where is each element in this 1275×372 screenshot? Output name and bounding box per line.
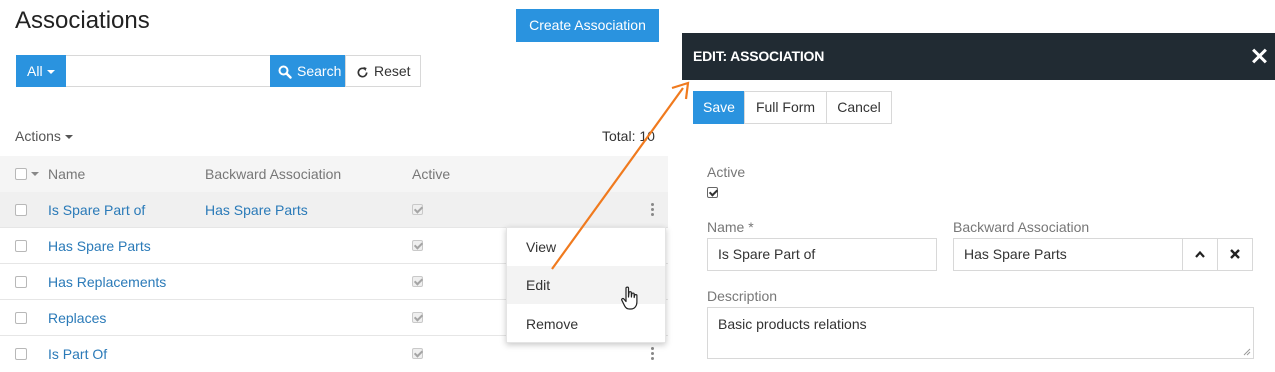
active-checkbox-readonly — [412, 312, 423, 323]
row-backward-link[interactable]: Has Spare Parts — [205, 192, 308, 228]
caret-down-icon — [46, 70, 55, 75]
row-checkbox[interactable] — [15, 276, 27, 288]
annotation-arrow — [551, 81, 690, 270]
description-textarea[interactable]: Basic products relations — [707, 307, 1254, 359]
row-name-link[interactable]: Has Spare Parts — [48, 228, 151, 264]
active-checkbox[interactable] — [707, 187, 718, 198]
select-all-checkbox[interactable] — [15, 168, 27, 180]
reset-icon — [357, 66, 368, 78]
column-header-active[interactable]: Active — [412, 156, 450, 192]
actions-dropdown[interactable]: Actions — [15, 127, 73, 145]
search-button[interactable]: Search — [270, 55, 346, 87]
row-checkbox[interactable] — [15, 204, 27, 216]
row-name-link[interactable]: Replaces — [48, 300, 106, 336]
clear-icon — [1230, 249, 1240, 259]
name-input[interactable]: Is Spare Part of — [707, 238, 937, 271]
scope-filter-label: All — [27, 63, 43, 79]
active-checkbox-readonly — [412, 276, 423, 287]
backward-association-field-label: Backward Association — [953, 219, 1090, 235]
page-title: Associations — [15, 7, 150, 34]
actions-label: Actions — [15, 128, 61, 144]
caret-down-icon[interactable] — [31, 172, 39, 176]
search-input[interactable] — [66, 55, 271, 87]
active-field-label: Active — [707, 164, 746, 180]
row-actions-kebab-icon[interactable] — [651, 347, 655, 361]
cancel-button[interactable]: Cancel — [826, 91, 892, 124]
resize-handle-icon[interactable] — [1243, 348, 1251, 356]
row-name-link[interactable]: Is Spare Part of — [48, 192, 145, 228]
edit-panel-header: EDIT: ASSOCIATION — [682, 33, 1275, 80]
row-name-link[interactable]: Has Replacements — [48, 264, 166, 300]
hand-cursor-icon — [621, 286, 638, 310]
full-form-button[interactable]: Full Form — [744, 91, 827, 124]
description-text: Basic products relations — [718, 316, 867, 332]
row-checkbox[interactable] — [15, 348, 27, 360]
search-icon — [278, 65, 292, 79]
row-name-link[interactable]: Is Part Of — [48, 336, 107, 372]
chevron-up-icon — [1195, 250, 1205, 258]
search-button-label: Search — [297, 63, 342, 79]
row-checkbox[interactable] — [15, 312, 27, 324]
select-button[interactable] — [1182, 238, 1218, 271]
reset-button[interactable]: Reset — [345, 55, 421, 87]
reset-button-label: Reset — [374, 63, 411, 79]
save-button[interactable]: Save — [693, 91, 745, 124]
column-header-name[interactable]: Name — [48, 156, 85, 192]
active-checkbox-readonly — [412, 348, 423, 359]
edit-panel-title: EDIT: ASSOCIATION — [693, 48, 825, 64]
scope-filter-dropdown[interactable]: All — [16, 55, 66, 87]
clear-button[interactable] — [1217, 238, 1253, 271]
active-checkbox-readonly — [412, 204, 423, 215]
column-header-backward-association[interactable]: Backward Association — [205, 156, 341, 192]
create-association-button[interactable]: Create Association — [516, 9, 659, 42]
close-icon[interactable] — [1249, 46, 1269, 66]
row-checkbox[interactable] — [15, 240, 27, 252]
name-field-label: Name * — [707, 219, 754, 235]
backward-association-input[interactable]: Has Spare Parts — [953, 238, 1185, 271]
caret-down-icon — [64, 135, 73, 140]
active-checkbox-readonly — [412, 240, 423, 251]
description-field-label: Description — [707, 288, 778, 304]
